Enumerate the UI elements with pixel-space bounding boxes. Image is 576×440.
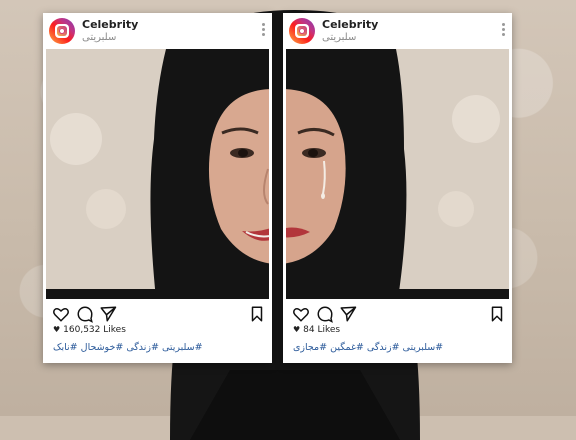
likes-count-text: 84 Likes	[303, 325, 341, 335]
heart-small-icon: ♥	[53, 325, 61, 334]
post-actions	[283, 301, 512, 327]
likes-count[interactable]: ♥ 160,532 Likes	[53, 325, 126, 335]
account-subtitle: سلبریتی	[322, 32, 357, 43]
post-photo[interactable]	[286, 49, 509, 299]
heart-icon[interactable]	[52, 305, 70, 323]
instagram-post-card-sad: Celebrity سلبریتی ♥ 84 Likes #سلبریتی #ز…	[283, 13, 512, 363]
likes-count-text: 160,532 Likes	[63, 325, 126, 335]
instagram-logo-icon[interactable]	[49, 18, 75, 44]
share-icon[interactable]	[339, 305, 357, 323]
post-hashtags[interactable]: #سلبریتی #زندگی #خوشحال #نابک	[53, 342, 264, 353]
post-header: Celebrity سلبریتی	[283, 13, 512, 49]
comment-icon[interactable]	[316, 305, 334, 323]
instagram-post-card-happy: Celebrity سلبریتی ♥ 160,532 Likes #سلبری…	[43, 13, 272, 363]
post-actions	[43, 301, 272, 327]
share-icon[interactable]	[99, 305, 117, 323]
heart-small-icon: ♥	[293, 325, 301, 334]
post-hashtags[interactable]: #سلبریتی #زندگی #غمگین #مجازی	[293, 342, 504, 353]
comment-icon[interactable]	[76, 305, 94, 323]
likes-count[interactable]: ♥ 84 Likes	[293, 325, 340, 335]
post-photo[interactable]	[46, 49, 269, 299]
account-subtitle: سلبریتی	[82, 32, 117, 43]
heart-icon[interactable]	[292, 305, 310, 323]
instagram-logo-icon[interactable]	[289, 18, 315, 44]
bookmark-icon[interactable]	[488, 305, 506, 323]
bookmark-icon[interactable]	[248, 305, 266, 323]
post-header: Celebrity سلبریتی	[43, 13, 272, 49]
account-name[interactable]: Celebrity	[82, 18, 138, 31]
account-name[interactable]: Celebrity	[322, 18, 378, 31]
more-options-icon[interactable]	[262, 23, 266, 39]
more-options-icon[interactable]	[502, 23, 506, 39]
